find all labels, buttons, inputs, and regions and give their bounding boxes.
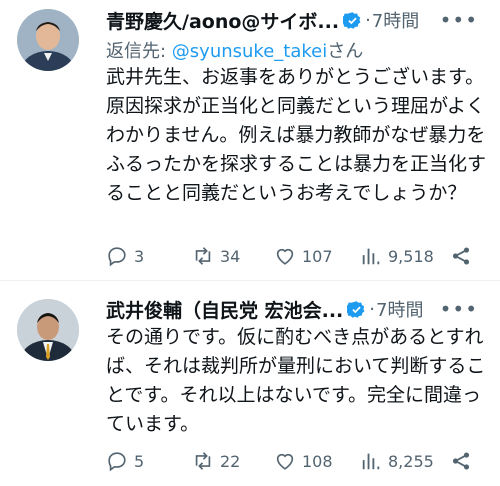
verified-badge-icon (343, 11, 361, 29)
reply-icon (108, 247, 126, 267)
reply-context: 返信先: @syunsuke_takeiさん (106, 37, 363, 63)
reply-count: 3 (134, 246, 145, 266)
avatar[interactable] (17, 9, 79, 71)
reply-handle-link[interactable]: @syunsuke_takei (172, 41, 327, 62)
tweet-text: 武井先生、お返事をありがとうございます。原因探求が正当化と同義だという理屈がよく… (106, 66, 487, 204)
view-count: 8,255 (388, 451, 434, 471)
retweet-icon (195, 247, 211, 265)
like-button[interactable]: 107 (274, 245, 360, 267)
reply-button[interactable]: 3 (106, 245, 192, 267)
separator-dot: · (365, 9, 371, 31)
action-bar: 5 22 108 8,255 (106, 447, 480, 475)
retweet-button[interactable]: 22 (192, 450, 274, 472)
separator-dot: · (369, 298, 376, 320)
author-name[interactable]: 青野慶久/aono@サイボ... (106, 7, 339, 34)
timestamp[interactable]: 7時間 (372, 7, 419, 33)
share-icon (452, 452, 470, 470)
reply-icon (108, 452, 126, 472)
reply-button[interactable]: 5 (106, 450, 192, 472)
tweet[interactable]: 青野慶久/aono@サイボ... · 7時間 ••• 返信先: @syunsuk… (0, 0, 500, 281)
tweet-header: 武井俊輔（自民党 宏池会... · 7時間 ••• (106, 294, 488, 324)
avatar[interactable] (17, 299, 79, 361)
share-button[interactable] (450, 245, 472, 267)
views-button[interactable]: 8,255 (360, 450, 450, 472)
heart-icon (276, 453, 294, 470)
retweet-button[interactable]: 34 (192, 245, 274, 267)
author-name[interactable]: 武井俊輔（自民党 宏池会... (106, 296, 343, 323)
action-bar: 3 34 107 9,518 (106, 242, 480, 270)
retweet-icon (195, 452, 211, 470)
reply-prefix: 返信先: (106, 41, 172, 62)
verified-badge-icon (347, 300, 365, 318)
like-count: 107 (302, 246, 333, 266)
views-icon (362, 453, 380, 470)
tweet-header: 青野慶久/aono@サイボ... · 7時間 ••• (106, 5, 488, 35)
more-icon[interactable]: ••• (440, 297, 478, 321)
like-count: 108 (302, 451, 333, 471)
view-count: 9,518 (388, 246, 434, 266)
reply-suffix: さん (327, 41, 364, 62)
retweet-count: 34 (220, 246, 241, 266)
tweet[interactable]: 武井俊輔（自民党 宏池会... · 7時間 ••• その通りです。仮に酌むべき点… (0, 281, 500, 486)
views-button[interactable]: 9,518 (360, 245, 450, 267)
tweet-text: その通りです。仮に酌むべき点があるとすれば、それは裁判所が量刑において判断するこ… (106, 326, 486, 435)
share-icon (452, 247, 470, 265)
share-button[interactable] (450, 450, 472, 472)
retweet-count: 22 (220, 451, 241, 471)
like-button[interactable]: 108 (274, 450, 360, 472)
more-icon[interactable]: ••• (440, 8, 478, 32)
reply-count: 5 (134, 451, 145, 471)
timestamp[interactable]: 7時間 (376, 296, 423, 322)
heart-icon (276, 248, 294, 265)
views-icon (362, 248, 380, 265)
